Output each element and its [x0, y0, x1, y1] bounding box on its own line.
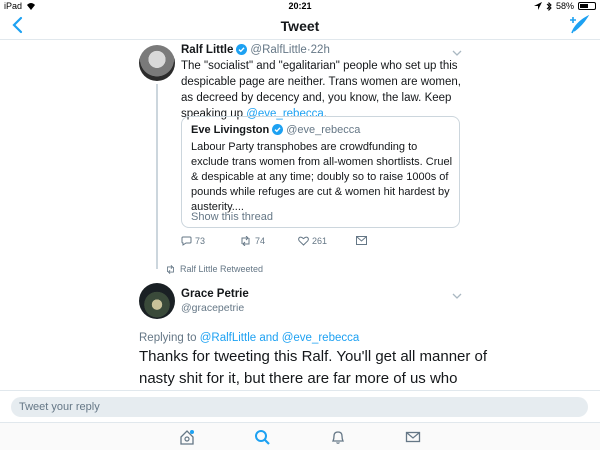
tweet-menu-chevron-icon[interactable] [452, 49, 462, 57]
retweet-count: 74 [255, 236, 266, 246]
show-thread-link[interactable]: Show this thread [191, 211, 273, 223]
quoted-tweet-card[interactable]: Eve Livingston @eve_rebecca Labour Party … [181, 116, 460, 228]
messages-icon[interactable] [405, 429, 421, 445]
envelope-icon [356, 236, 367, 245]
retweet-notice[interactable]: Ralf Little Retweeted [165, 264, 263, 274]
replying-and: and [256, 332, 282, 344]
tweet1-text: The "socialist" and "egalitarian" people… [181, 58, 471, 122]
quote-author-name: Eve Livingston [191, 124, 270, 136]
reply-author-handle[interactable]: @gracepetrie [181, 302, 244, 314]
search-icon[interactable] [254, 429, 270, 445]
replying-mention-1[interactable]: @RalfLittle [200, 332, 256, 344]
replying-mention-2[interactable]: @eve_rebecca [282, 332, 360, 344]
quote-header: Eve Livingston @eve_rebecca [191, 124, 360, 136]
tweet-actions: 73 74 261 [181, 236, 381, 250]
bluetooth-icon [546, 1, 552, 11]
reply-input[interactable] [11, 397, 588, 417]
reply-author-name[interactable]: Grace Petrie [181, 288, 249, 300]
reply-bar [0, 390, 600, 422]
retweet-icon [241, 236, 250, 246]
notifications-icon[interactable] [330, 429, 346, 445]
status-bar: iPad 20:21 58% [0, 0, 600, 12]
like-action[interactable]: 261 [298, 236, 327, 246]
location-icon [533, 2, 542, 10]
tweet1-header: Ralf Little @RalfLittle·22h [181, 44, 330, 56]
tweet-time: 22h [310, 44, 330, 56]
author-handle[interactable]: @RalfLittle [250, 44, 306, 56]
heart-icon [298, 236, 309, 246]
reply-action[interactable]: 73 [181, 236, 205, 246]
verified-badge-icon [272, 124, 284, 135]
replying-to: Replying to @RalfLittle and @eve_rebecca [139, 332, 359, 344]
battery-percent: 58% [555, 1, 574, 11]
avatar-grace-petrie[interactable] [139, 283, 175, 319]
quote-author-handle: @eve_rebecca [286, 124, 361, 136]
author-name[interactable]: Ralf Little [181, 44, 233, 56]
replying-prefix: Replying to [139, 332, 200, 344]
avatar-ralf-little[interactable] [139, 45, 175, 81]
reply-tweet-text: Thanks for tweeting this Ralf. You'll ge… [139, 348, 488, 387]
reply-count: 73 [195, 236, 206, 246]
dm-share-action[interactable] [356, 236, 367, 245]
status-time: 20:21 [288, 1, 312, 11]
home-icon[interactable] [179, 429, 195, 445]
nav-bar: Tweet [0, 12, 600, 40]
battery-icon [578, 2, 596, 10]
retweet-action[interactable]: 74 [239, 236, 265, 246]
like-count: 261 [312, 236, 328, 246]
compose-tweet-icon[interactable] [568, 15, 590, 35]
verified-badge-icon [236, 44, 248, 55]
thread-connector-line [156, 84, 158, 269]
tweet-menu-chevron-icon[interactable] [452, 292, 462, 300]
retweet-notice-label: Ralf Little Retweeted [180, 264, 264, 274]
page-title: Tweet [280, 18, 320, 34]
quote-text: Labour Party transphobes are crowdfundin… [191, 141, 453, 213]
status-right: 58% [533, 1, 596, 11]
battery-level [580, 4, 589, 8]
retweet-icon [167, 264, 174, 274]
tab-bar [0, 422, 600, 450]
reply-icon [181, 236, 192, 246]
